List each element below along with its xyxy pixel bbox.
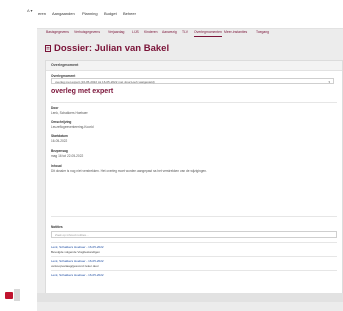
field-label-periode: Bezpensag	[51, 149, 68, 153]
footer-bar	[37, 293, 343, 302]
nav-item-beheer[interactable]: Beheer	[123, 11, 136, 16]
note-text: Bevolgde volgende Vragbestandigen	[51, 250, 100, 254]
chevron-down-icon: ▾	[328, 80, 330, 84]
document-icon	[45, 45, 51, 52]
divider	[51, 102, 337, 103]
note-author[interactable]: Lenk, Schakkers Hoebaer - 16-05-2022	[51, 259, 104, 263]
divider	[51, 242, 337, 243]
field-value-inhoud: Dit dossier is nog niet verstrekken. Het…	[51, 169, 207, 173]
divider	[51, 216, 337, 217]
card-header: Overlegmoment	[46, 61, 342, 71]
tab-kinderen[interactable]: Kinderen	[144, 30, 158, 36]
tab-lijs[interactable]: LIJS	[132, 30, 139, 36]
tab-tlv[interactable]: TLV	[182, 30, 188, 36]
overleg-card: Overlegmoment Overlegmoment overleg met …	[45, 60, 343, 302]
notes-search-input[interactable]: Zoek op inhoud notities...	[51, 231, 337, 238]
nav-item-planning[interactable]: Planning	[82, 11, 98, 16]
overleg-subtitle: overleg met expert	[51, 88, 114, 95]
divider	[51, 256, 337, 257]
field-value-startdatum: 16-05-2022	[51, 139, 68, 143]
field-label-startdatum: Startdatum	[51, 134, 68, 138]
dossier-title: Dossier: Julian van Bakel	[54, 43, 170, 54]
nav-item-budget[interactable]: Budget	[104, 11, 117, 16]
overleg-select[interactable]: overleg met expert (16-05-2022 tot 16-05…	[51, 78, 334, 84]
tab-meer-instanties[interactable]: Meer-instanties	[224, 30, 247, 36]
divider	[51, 270, 337, 271]
field-label-door: Door	[51, 106, 59, 110]
field-value-periode: mag 16 tot 22-05-2022	[51, 154, 84, 158]
alert-button[interactable]	[5, 292, 13, 299]
side-tab[interactable]	[14, 289, 20, 301]
tab-basisgegevens[interactable]: Basisgegevens	[46, 30, 69, 36]
select-value: overleg met expert (16-05-2022 tot 16-05…	[55, 80, 155, 84]
nav-item-eren[interactable]: eren	[38, 11, 46, 16]
field-value-door: Lenk, Schakkers Hoebaer	[51, 111, 88, 115]
field-value-omschrijving: Leuzeflogeeverkeering-Koorld	[51, 125, 94, 129]
tab-verhuisgegevens[interactable]: Verhuisgegevens	[74, 30, 100, 36]
top-nav: eren Aangaanden Planning Budget Beheer	[37, 0, 343, 29]
notes-label: Notities	[51, 225, 63, 229]
nav-item-aangaanden[interactable]: Aangaanden	[52, 11, 75, 16]
field-label-omschrijving: Omschrijving	[51, 120, 72, 124]
tab-overlegmomenten[interactable]: Overlegmomenten	[194, 30, 222, 37]
account-menu[interactable]: A ▾	[27, 8, 33, 13]
tab-toegang[interactable]: Toegang	[256, 30, 269, 36]
tab-aanwezig[interactable]: Aanwezig	[162, 30, 177, 36]
tab-verjaardag[interactable]: Verjaardag	[108, 30, 124, 36]
page-title: Dossier: Julian van Bakel	[45, 43, 169, 54]
left-panel: A ▾	[0, 0, 38, 311]
note-author[interactable]: Lenk, Schakkers Hoebaer - 16-05-2022	[51, 273, 104, 277]
field-label-inhoud: Inhoud	[51, 164, 62, 168]
note-text: verkoopvariaag/gesvond zeker deur	[51, 264, 99, 268]
note-author[interactable]: Lenk, Schakkers Hoebaer - 16-05-2022	[51, 245, 104, 249]
